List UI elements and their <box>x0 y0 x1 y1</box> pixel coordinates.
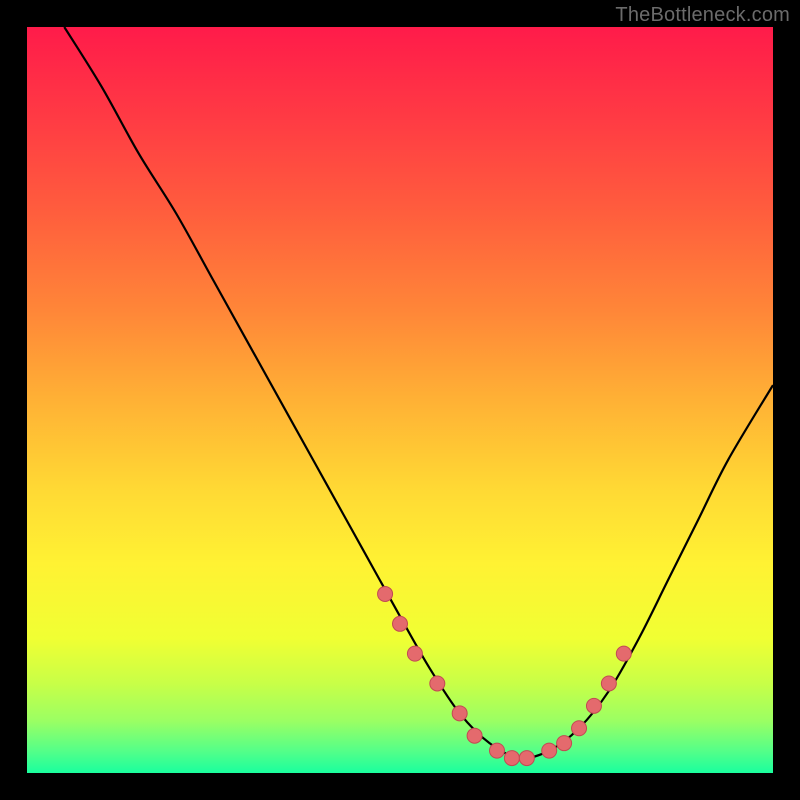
marker-point <box>378 586 393 601</box>
marker-point <box>586 698 601 713</box>
marker-point <box>430 676 445 691</box>
marker-point <box>504 751 519 766</box>
marker-point <box>407 646 422 661</box>
marker-point <box>489 743 504 758</box>
marker-point <box>557 736 572 751</box>
marker-point <box>393 616 408 631</box>
gradient-background <box>27 27 773 773</box>
marker-point <box>467 728 482 743</box>
marker-point <box>452 706 467 721</box>
watermark-text: TheBottleneck.com <box>615 4 790 27</box>
chart-svg <box>27 27 773 773</box>
marker-point <box>601 676 616 691</box>
marker-point <box>572 721 587 736</box>
marker-point <box>519 751 534 766</box>
plot-area <box>27 27 773 773</box>
marker-point <box>616 646 631 661</box>
chart-frame: TheBottleneck.com <box>0 0 800 800</box>
marker-point <box>542 743 557 758</box>
